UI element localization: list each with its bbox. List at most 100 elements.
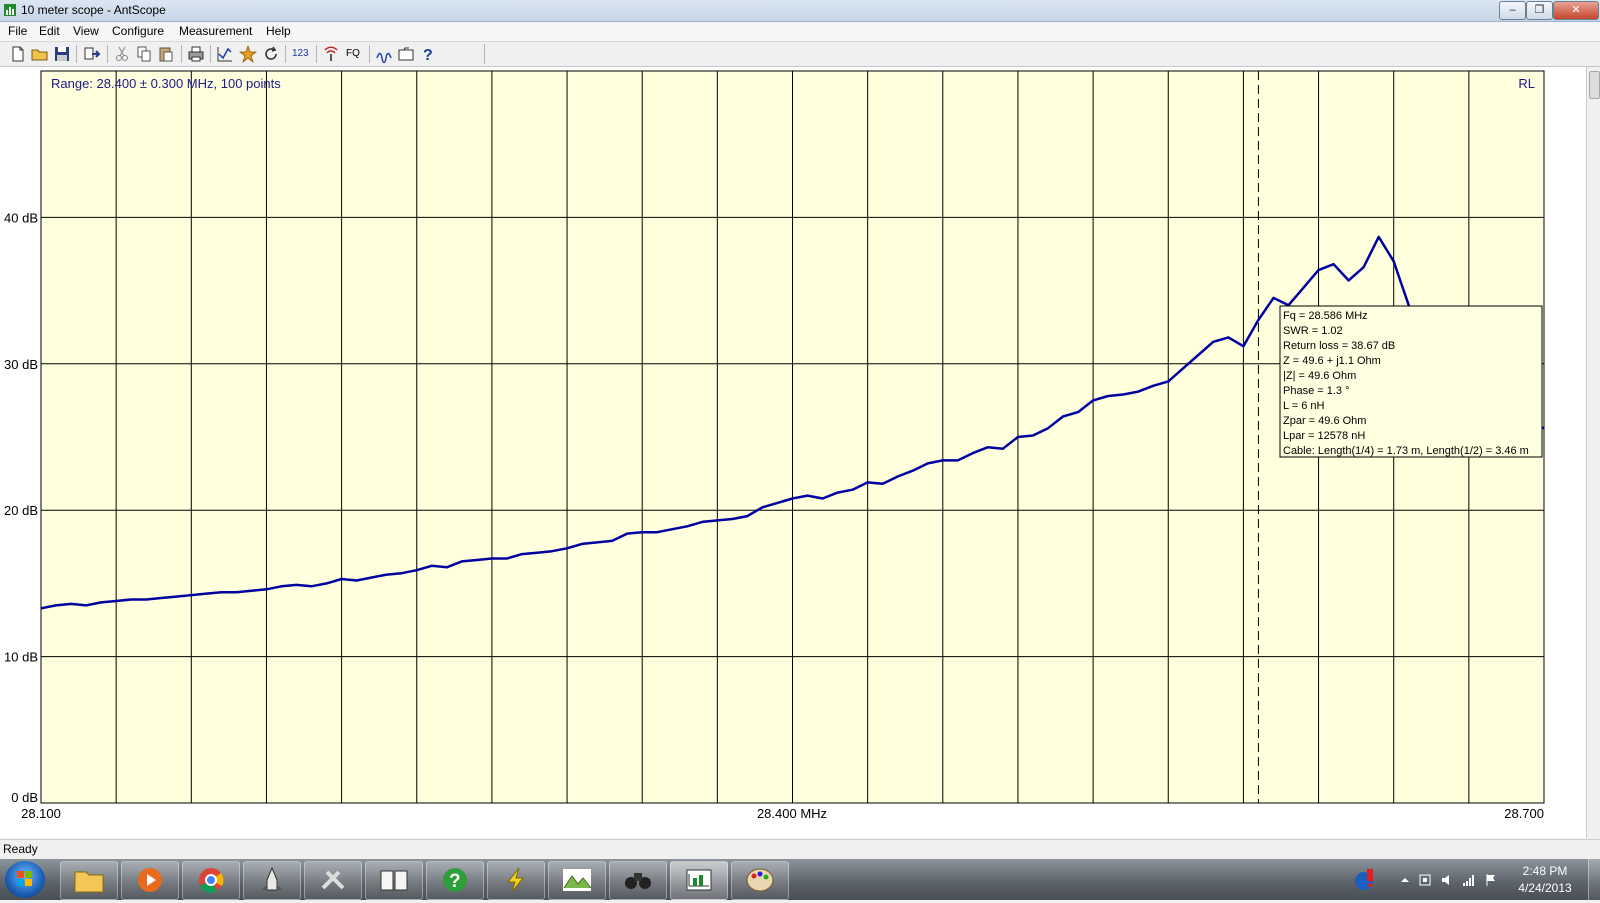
menu-help[interactable]: Help — [266, 24, 291, 38]
status-text: Ready — [3, 842, 38, 856]
tooltip-line: Zpar = 49.6 Ohm — [1283, 415, 1366, 427]
tray-expand-icon[interactable] — [1398, 873, 1412, 887]
network-signal-icon[interactable] — [1462, 873, 1476, 887]
action-center-icon[interactable] — [1352, 867, 1378, 893]
toolbar: 123 FQ ? — [0, 42, 1600, 67]
flag-icon[interactable] — [1484, 873, 1498, 887]
minimize-button[interactable]: – — [1499, 1, 1526, 20]
clock-date[interactable]: 4/24/2013 — [1510, 881, 1580, 895]
toolbar-separator — [285, 45, 286, 63]
toolbar-end-separator — [484, 44, 485, 64]
chrome-icon — [199, 868, 224, 893]
menu-edit[interactable]: Edit — [39, 24, 60, 38]
chart-panel[interactable]: 0 dB 10 dB 20 dB 30 dB 40 dB 28.100 28.400 M… — [0, 67, 1586, 838]
toolbar-separator — [76, 45, 77, 63]
tooltip-line: |Z| = 49.6 Ohm — [1283, 370, 1356, 382]
toolbar-separator — [107, 45, 108, 63]
star-icon[interactable] — [238, 44, 258, 64]
fq-icon[interactable]: FQ — [343, 44, 365, 64]
taskbar-tools[interactable] — [304, 861, 362, 900]
windows-logo-icon — [17, 871, 32, 886]
tooltip-line: SWR = 1.02 — [1283, 325, 1343, 337]
numbers-label: 123 — [292, 48, 309, 59]
start-button[interactable] — [5, 861, 45, 898]
x-tick-right: 28.700 — [1504, 806, 1544, 821]
scrollbar-thumb[interactable] — [1589, 71, 1600, 99]
svg-text:?: ? — [423, 47, 433, 64]
menu-bar: File Edit View Configure Measurement Hel… — [0, 22, 1600, 42]
tooltip-line: Phase = 1.3 ° — [1283, 385, 1349, 397]
taskbar-book[interactable] — [365, 861, 423, 900]
save-icon[interactable] — [52, 44, 72, 64]
y-tick-label: 30 dB — [4, 357, 38, 372]
taskbar-lightning[interactable] — [487, 861, 545, 900]
taskbar: ? 2:48 PM 4/24/2013 — [0, 859, 1600, 900]
smith-icon[interactable] — [374, 44, 394, 64]
mode-label: RL — [1518, 76, 1535, 91]
tooltip-line: Fq = 28.586 MHz — [1283, 310, 1368, 322]
close-button[interactable]: ✕ — [1553, 1, 1599, 20]
print-icon[interactable] — [186, 44, 206, 64]
toolbar-separator — [210, 45, 211, 63]
y-axis-ticks: 0 dB 10 dB 20 dB 30 dB 40 dB — [4, 210, 38, 805]
numbers-icon[interactable]: 123 — [290, 44, 312, 64]
export-icon[interactable] — [82, 44, 102, 64]
binoculars-icon — [625, 873, 651, 889]
y-tick-label: 0 dB — [11, 790, 38, 805]
taskbar-paint[interactable] — [731, 861, 789, 900]
tooltip-line: Cable: Length(1/4) = 1.73 m, Length(1/2)… — [1283, 445, 1529, 457]
antscope-icon — [686, 869, 712, 891]
clock-time[interactable]: 2:48 PM — [1510, 864, 1580, 878]
taskbar-chrome[interactable] — [182, 861, 240, 900]
show-desktop-button[interactable] — [1588, 859, 1600, 900]
folder-tab-icon[interactable] — [396, 44, 416, 64]
menu-view[interactable]: View — [73, 24, 99, 38]
taskbar-shuttle[interactable] — [243, 861, 301, 900]
cut-icon[interactable] — [112, 44, 132, 64]
marker-tooltip: Fq = 28.586 MHz SWR = 1.02 Return loss =… — [1279, 305, 1543, 458]
svg-text:?: ? — [449, 871, 461, 892]
toolbar-separator — [316, 45, 317, 63]
copy-icon[interactable] — [134, 44, 154, 64]
antscope-app-icon — [4, 4, 16, 16]
volume-icon[interactable] — [1440, 873, 1454, 887]
paint-icon — [746, 868, 774, 892]
vertical-scrollbar[interactable] — [1586, 67, 1600, 838]
antenna-icon[interactable] — [321, 44, 341, 64]
y-tick-label: 10 dB — [4, 650, 38, 665]
restore-button[interactable]: ❐ — [1526, 1, 1553, 20]
media-player-icon — [138, 868, 162, 892]
fq-label: FQ — [346, 48, 360, 59]
paste-icon[interactable] — [156, 44, 176, 64]
device-icon[interactable] — [1418, 873, 1432, 887]
menu-file[interactable]: File — [8, 24, 27, 38]
x-axis-ticks: 28.100 28.400 MHz 28.700 — [21, 806, 1544, 821]
shuttle-icon — [262, 866, 282, 891]
y-tick-label: 20 dB — [4, 503, 38, 518]
status-bar: Ready — [0, 839, 1600, 859]
menu-configure[interactable]: Configure — [112, 24, 164, 38]
x-tick-center: 28.400 MHz — [757, 806, 827, 821]
window-title: 10 meter scope - AntScope — [21, 3, 166, 17]
help-circle-icon: ? — [443, 868, 467, 892]
toolbar-separator — [369, 45, 370, 63]
taskbar-help[interactable]: ? — [426, 861, 484, 900]
new-file-icon[interactable] — [8, 44, 28, 64]
rl-chart[interactable]: 0 dB 10 dB 20 dB 30 dB 40 dB 28.100 28.400 M… — [0, 67, 1586, 838]
taskbar-antscope[interactable] — [670, 861, 728, 900]
taskbar-explorer[interactable] — [60, 861, 118, 900]
refresh-icon[interactable] — [261, 44, 281, 64]
tooltip-line: Lpar = 12578 nH — [1283, 430, 1365, 442]
tooltip-line: Z = 49.6 + j1.1 Ohm — [1283, 355, 1381, 367]
menu-measurement[interactable]: Measurement — [179, 24, 252, 38]
tooltip-line: L = 6 nH — [1283, 400, 1325, 412]
graph-icon[interactable] — [215, 44, 235, 64]
taskbar-chart-app[interactable] — [548, 861, 606, 900]
tooltip-line: Return loss = 38.67 dB — [1283, 340, 1395, 352]
y-tick-label: 40 dB — [4, 210, 38, 225]
taskbar-binoculars[interactable] — [609, 861, 667, 900]
open-folder-icon[interactable] — [30, 44, 50, 64]
range-label: Range: 28.400 ± 0.300 MHz, 100 points — [51, 76, 281, 91]
help-icon[interactable]: ? — [418, 44, 438, 64]
taskbar-media-player[interactable] — [121, 861, 179, 900]
